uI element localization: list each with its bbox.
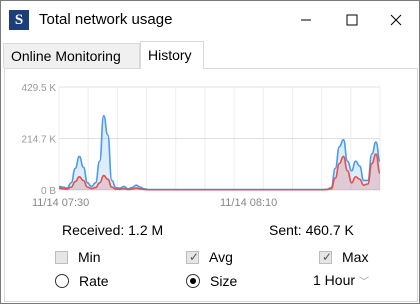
usage-chart: 429.5 K 214.7 K 0 B11/14 07:30 11/14 08:10 bbox=[22, 83, 381, 209]
close-icon bbox=[390, 14, 402, 26]
window-title: Total network usage bbox=[39, 11, 173, 28]
received-stat: Received: 1.2 M bbox=[62, 222, 164, 238]
min-checkbox-box[interactable] bbox=[55, 250, 68, 264]
rate-label: Rate bbox=[79, 273, 109, 289]
app-icon: S bbox=[9, 10, 29, 30]
maximize-icon bbox=[346, 14, 358, 26]
sent-stat: Sent: 460.7 K bbox=[269, 222, 354, 238]
rate-radio-circle[interactable] bbox=[55, 274, 69, 288]
x-tick-label: 11/14 07:30 bbox=[32, 197, 89, 209]
avg-checkbox-box[interactable]: ✓ bbox=[186, 249, 200, 264]
chevron-down-icon: ﹀ bbox=[359, 277, 370, 288]
size-radio-circle[interactable] bbox=[186, 274, 200, 288]
max-checkbox[interactable]: ✓ Max bbox=[319, 249, 368, 265]
avg-label: Avg bbox=[209, 249, 233, 265]
rate-radio[interactable]: Rate bbox=[55, 273, 109, 289]
interval-select[interactable]: 1 Hour ﹀ bbox=[313, 272, 369, 288]
app-window: S Total network usage Online Monitoring … bbox=[0, 0, 420, 304]
max-label: Max bbox=[342, 249, 369, 265]
close-button[interactable] bbox=[373, 1, 419, 39]
interval-value: 1 Hour bbox=[313, 272, 356, 288]
y-tick-label: 214.7 K bbox=[22, 135, 57, 146]
x-tick-label: 11/14 08:10 bbox=[220, 197, 277, 209]
minimize-icon bbox=[301, 19, 311, 21]
y-tick-label: 429.5 K bbox=[22, 83, 57, 94]
history-panel: 429.5 K 214.7 K0 B 11/14 07:30 11/14 08:10 … bbox=[4, 68, 418, 302]
tab-strip: Online Monitoring History bbox=[1, 41, 419, 69]
tab-history[interactable]: History bbox=[140, 41, 204, 69]
maximize-button[interactable] bbox=[329, 1, 375, 39]
size-label: Size bbox=[210, 273, 238, 289]
avg-checkbox[interactable]: ✓ Avg bbox=[186, 249, 233, 265]
size-radio[interactable]: Size bbox=[186, 273, 237, 289]
check-icon: ✓ bbox=[322, 249, 333, 264]
min-checkbox[interactable]: Min bbox=[55, 249, 101, 265]
max-checkbox-box[interactable]: ✓ bbox=[319, 249, 333, 264]
tab-online-monitoring[interactable]: Online Monitoring bbox=[3, 43, 140, 68]
check-icon: ✓ bbox=[189, 249, 200, 264]
min-label: Min bbox=[78, 249, 101, 265]
minimize-button[interactable] bbox=[283, 1, 329, 39]
y-tick-label: 0 B bbox=[41, 186, 56, 197]
title-bar[interactable]: S Total network usage bbox=[1, 1, 419, 39]
